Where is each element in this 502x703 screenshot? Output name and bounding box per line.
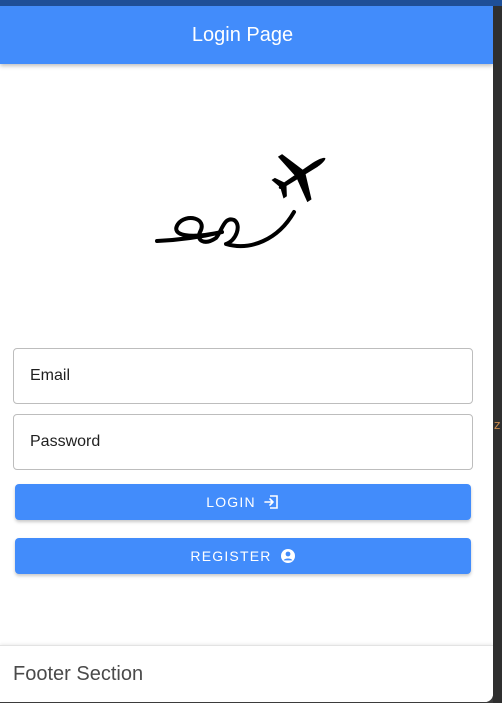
register-button[interactable]: REGISTER — [15, 538, 471, 574]
airplane-icon — [155, 154, 326, 249]
edge-glyph: z — [494, 418, 501, 432]
login-button[interactable]: LOGIN — [15, 484, 471, 520]
footer-text: Footer Section — [13, 662, 144, 685]
email-field[interactable] — [13, 348, 473, 404]
airplane-logo — [150, 136, 340, 251]
header-toolbar: Login Page — [0, 6, 493, 64]
footer: Footer Section — [0, 645, 493, 702]
register-button-label: REGISTER — [190, 548, 272, 564]
login-icon — [263, 494, 280, 510]
email-input[interactable] — [14, 349, 472, 403]
app-container: Login Page LOGIN — [0, 6, 493, 702]
password-field[interactable] — [13, 414, 473, 470]
window-edge — [493, 6, 502, 703]
password-input[interactable] — [14, 415, 472, 469]
login-button-label: LOGIN — [206, 494, 256, 510]
account-circle-icon — [280, 548, 296, 564]
page-title: Login Page — [191, 23, 294, 46]
